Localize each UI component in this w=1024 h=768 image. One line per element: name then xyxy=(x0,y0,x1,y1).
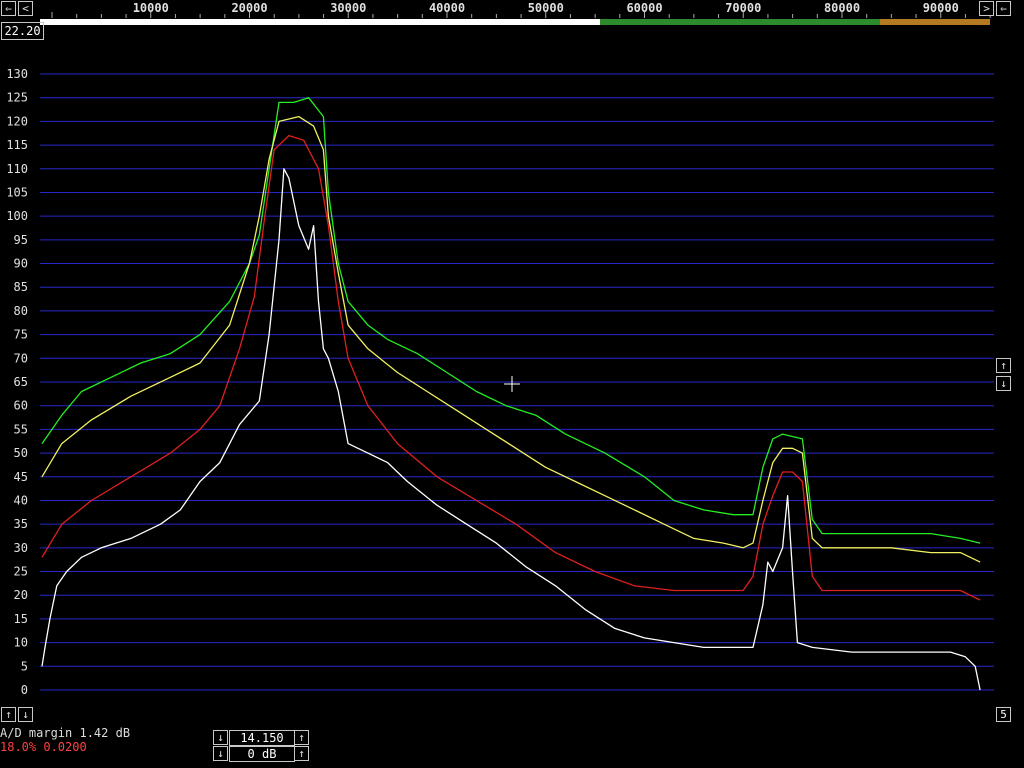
scroll-right-button[interactable]: ⇐ xyxy=(996,1,1011,16)
zoom-up-button[interactable]: ↑ xyxy=(1,707,16,722)
y-tick-label: 120 xyxy=(6,114,28,128)
gain-down-button[interactable]: ↓ xyxy=(213,746,228,761)
spectrum-chart[interactable]: 0 5 10 15 20 25 30 35 40 45 50 55 60 65 70 75 80 85 90 95 10… xyxy=(0,0,1024,768)
y-tick-label: 0 xyxy=(21,683,28,697)
y-tick-label: 65 xyxy=(14,375,28,389)
y-tick-label: 90 xyxy=(14,257,28,271)
step-right-button[interactable]: > xyxy=(979,1,994,16)
waterfall-strip-orange xyxy=(880,19,990,25)
y-tick-label: 85 xyxy=(14,280,28,294)
gain-up-button[interactable]: ↑ xyxy=(294,746,309,761)
y-tick-label: 35 xyxy=(14,517,28,531)
step-left-button[interactable]: < xyxy=(18,1,33,16)
y-tick-label: 10 xyxy=(14,636,28,650)
y-tick-label: 50 xyxy=(14,446,28,460)
y-tick-label: 60 xyxy=(14,399,28,413)
y-tick-label: 125 xyxy=(6,91,28,105)
y-tick-label: 100 xyxy=(6,209,28,223)
y-tick-label: 40 xyxy=(14,493,28,507)
y-tick-label: 15 xyxy=(14,612,28,626)
freq-value[interactable]: 14.150 xyxy=(229,730,295,746)
y-tick-label: 110 xyxy=(6,162,28,176)
level-down-button[interactable]: ↓ xyxy=(996,376,1011,391)
freq-down-button[interactable]: ↓ xyxy=(213,730,228,745)
gain-value[interactable]: 0 dB xyxy=(229,746,295,762)
y-tick-label: 70 xyxy=(14,351,28,365)
y-tick-label: 5 xyxy=(21,659,28,673)
y-tick-label: 115 xyxy=(6,138,28,152)
y-tick-label: 130 xyxy=(6,67,28,81)
ad-ratio-text: 18.0% 0.0200 xyxy=(0,740,87,754)
zoom-down-button[interactable]: ↓ xyxy=(18,707,33,722)
y-tick-label: 75 xyxy=(14,328,28,342)
y-tick-label: 95 xyxy=(14,233,28,247)
y-tick-label: 80 xyxy=(14,304,28,318)
y-tick-label: 45 xyxy=(14,470,28,484)
average-count-box[interactable]: 5 xyxy=(996,707,1011,722)
y-tick-label: 55 xyxy=(14,422,28,436)
y-tick-label: 105 xyxy=(6,185,28,199)
y-tick-label: 20 xyxy=(14,588,28,602)
level-readout: 22.20 xyxy=(1,22,44,40)
y-tick-label: 25 xyxy=(14,565,28,579)
ad-margin-text: A/D margin 1.42 dB xyxy=(0,726,131,740)
level-up-button[interactable]: ↑ xyxy=(996,358,1011,373)
scroll-left-button[interactable]: ⇐ xyxy=(1,1,16,16)
y-tick-label: 30 xyxy=(14,541,28,555)
freq-up-button[interactable]: ↑ xyxy=(294,730,309,745)
